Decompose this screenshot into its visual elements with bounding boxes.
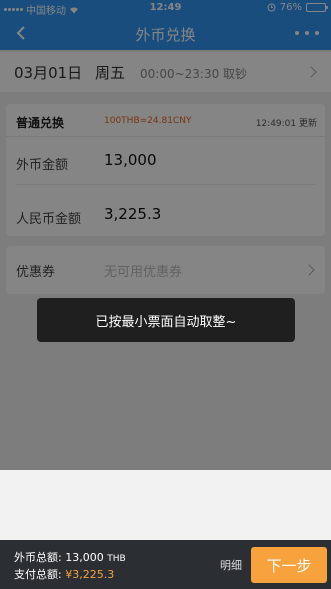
toast-message: 已按最小票面自动取整~ bbox=[37, 298, 295, 342]
foreign-total: 外币总额: 13,000 THB bbox=[14, 549, 126, 565]
pay-total-label: 支付总额: bbox=[14, 568, 62, 581]
pay-total-value: ¥3,225.3 bbox=[65, 568, 115, 581]
dim-overlay bbox=[0, 0, 331, 470]
foreign-total-value: 13,000 bbox=[65, 551, 104, 564]
next-step-button[interactable]: 下一步 bbox=[251, 547, 327, 583]
detail-link[interactable]: 明细 bbox=[220, 557, 242, 573]
foreign-total-unit: THB bbox=[107, 554, 126, 564]
foreign-total-label: 外币总额: bbox=[14, 551, 62, 564]
bottom-bar: 外币总额: 13,000 THB 支付总额: ¥3,225.3 明细 下一步 bbox=[0, 540, 331, 589]
pay-total: 支付总额: ¥3,225.3 bbox=[14, 566, 114, 582]
